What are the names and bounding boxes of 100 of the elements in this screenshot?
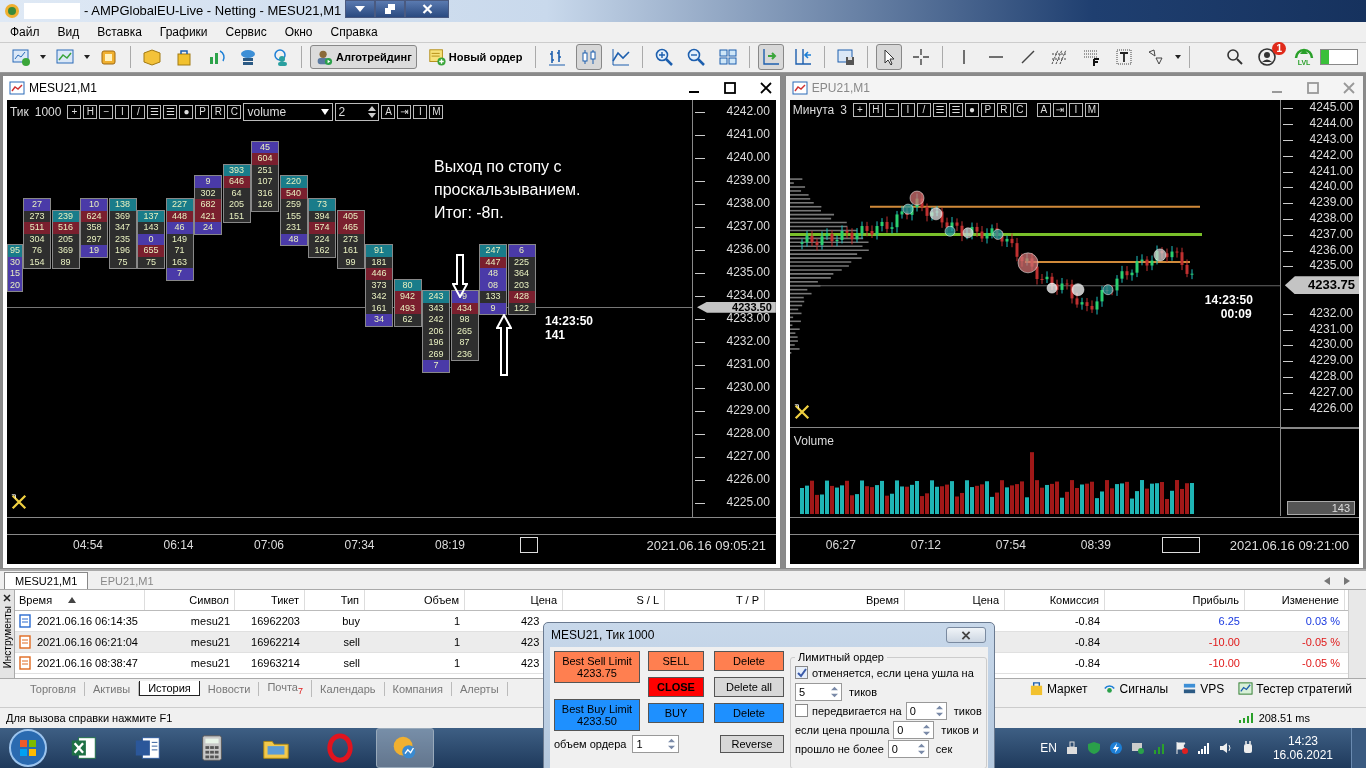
chart-tool-button[interactable]: C <box>1012 103 1027 118</box>
column-header[interactable]: Объем <box>365 589 465 610</box>
column-header[interactable]: Тип <box>305 589 365 610</box>
chart-tool-button[interactable]: A <box>1036 103 1051 118</box>
column-header[interactable]: Время <box>765 589 905 610</box>
chart-tool-button[interactable]: H <box>868 103 883 118</box>
column-header[interactable]: Прибыль <box>1105 589 1245 610</box>
restore-button[interactable] <box>375 0 406 18</box>
panel-tab[interactable]: Почта$_{7}$ <box>259 679 312 698</box>
chart-tool-button[interactable]: / <box>131 105 146 120</box>
chart-tool-button[interactable]: ☰ <box>948 103 963 118</box>
order-button[interactable]: Delete <box>714 651 784 671</box>
ticks-field[interactable]: 5 <box>795 682 842 701</box>
column-header[interactable]: Цена <box>465 589 563 610</box>
column-header[interactable]: Изменение <box>1245 589 1345 610</box>
chart-tool-button[interactable]: R <box>211 105 226 120</box>
chart-tool-button[interactable]: I <box>413 105 428 120</box>
service-link[interactable]: Маркет <box>1028 681 1088 697</box>
scroll-box[interactable] <box>520 537 538 554</box>
close-button[interactable] <box>946 627 986 643</box>
chart-tool-button[interactable]: A <box>381 105 396 120</box>
level-up-icon[interactable] <box>1294 47 1314 60</box>
chart-tool-button[interactable]: M <box>429 105 444 120</box>
panel-tab[interactable]: Новости <box>199 681 260 696</box>
price-level-line[interactable] <box>789 233 1202 237</box>
chart-tool-button[interactable]: H <box>83 105 98 120</box>
chart-tool-button[interactable]: ● <box>964 103 979 118</box>
best-buy-limit-button[interactable]: Best Buy Limit 4233.50 <box>554 699 640 731</box>
shield-icon[interactable] <box>1086 741 1101 755</box>
menu-item[interactable]: Вставка <box>91 24 154 39</box>
ticks-field[interactable]: 0 <box>905 701 947 720</box>
chart-tool-button[interactable]: I <box>115 105 130 120</box>
indicator-dropdown[interactable]: volume <box>243 103 334 122</box>
panel-tab[interactable]: Компания <box>384 681 452 696</box>
scroll-right-icon[interactable] <box>1344 576 1350 585</box>
best-sell-limit-button[interactable]: Best Sell Limit 4233.75 <box>554 651 640 683</box>
column-header[interactable]: Время <box>15 589 145 610</box>
order-button[interactable]: BUY <box>648 703 704 723</box>
lightning-icon[interactable] <box>1108 741 1123 755</box>
chart-tool-button[interactable]: I <box>1068 103 1083 118</box>
close-icon[interactable] <box>3 593 11 602</box>
chart-tool-button[interactable]: / <box>916 103 931 118</box>
chart-tool-button[interactable]: P <box>195 105 210 120</box>
chart-tab[interactable]: MESU21,M1 <box>4 571 89 589</box>
close-icon[interactable] <box>759 82 772 95</box>
signal-strength-icon[interactable] <box>1196 741 1211 755</box>
column-header[interactable]: Цена <box>905 589 1005 610</box>
tools-icon[interactable] <box>10 493 28 512</box>
scroll-left-icon[interactable] <box>1324 576 1330 585</box>
minimize-button[interactable] <box>345 0 376 18</box>
checkbox[interactable] <box>795 666 808 679</box>
algo-trading-button[interactable]: Алготрейдинг <box>310 45 417 70</box>
close-button[interactable] <box>405 0 450 18</box>
chart-tool-button[interactable]: ⇥ <box>1052 103 1067 118</box>
menu-item[interactable]: Вид <box>51 24 92 39</box>
chart-tool-button[interactable]: M <box>1084 103 1099 118</box>
column-header[interactable]: Комиссия <box>1005 589 1105 610</box>
volume-field[interactable]: 1 <box>632 735 680 753</box>
new-order-button[interactable]: Новый ордер <box>422 45 528 70</box>
scroll-box[interactable] <box>1161 537 1200 554</box>
reverse-button[interactable]: Reverse <box>720 735 784 753</box>
number-spinner[interactable]: 2 <box>335 103 380 122</box>
flag-error-icon[interactable] <box>1174 741 1189 755</box>
column-header[interactable]: S / L <box>563 589 665 610</box>
caret-icon[interactable] <box>1175 55 1182 60</box>
chart-tool-button[interactable]: P <box>980 103 995 118</box>
maximize-icon[interactable] <box>723 82 736 95</box>
column-header[interactable]: T / P <box>665 589 765 610</box>
cursor-icon[interactable] <box>876 44 903 71</box>
seconds-field[interactable]: 0 <box>887 739 929 758</box>
tools-icon[interactable] <box>792 403 811 422</box>
language-indicator[interactable]: EN <box>1040 741 1057 755</box>
panel-tab[interactable]: Алерты <box>451 681 508 696</box>
panel-tab[interactable]: Торговля <box>22 681 85 696</box>
chart-tool-button[interactable]: I <box>900 103 915 118</box>
checkbox[interactable] <box>795 704 808 717</box>
chart-tool-button[interactable]: + <box>67 105 82 120</box>
chart-tool-button[interactable]: ⇥ <box>397 105 412 120</box>
start-button[interactable] <box>8 728 48 768</box>
service-link[interactable]: VPS <box>1182 681 1225 697</box>
chart-tool-button[interactable]: R <box>996 103 1011 118</box>
chart-tool-button[interactable]: + <box>852 103 867 118</box>
order-button[interactable]: SELL <box>648 651 704 671</box>
order-button[interactable]: Delete <box>714 703 784 723</box>
chart-tool-button[interactable]: C <box>227 105 242 120</box>
candlestick-icon[interactable] <box>576 44 603 71</box>
menu-item[interactable]: Сервис <box>219 24 279 39</box>
column-header[interactable]: Символ <box>145 589 235 610</box>
panel-tab[interactable]: Календарь <box>312 681 385 696</box>
chart-tool-button[interactable]: ☰ <box>163 105 178 120</box>
caret-icon[interactable] <box>84 55 90 60</box>
menu-item[interactable]: Окно <box>278 24 325 39</box>
speaker-icon[interactable] <box>1218 741 1233 755</box>
order-button[interactable]: CLOSE <box>648 677 704 697</box>
price-level-line[interactable] <box>868 206 1201 209</box>
chart-tool-button[interactable]: − <box>884 103 899 118</box>
panel-tab[interactable]: История <box>139 681 200 697</box>
monitor-check-icon[interactable] <box>1130 741 1145 755</box>
chart-tool-button[interactable]: ☰ <box>932 103 947 118</box>
chart-tool-button[interactable]: − <box>99 105 114 120</box>
